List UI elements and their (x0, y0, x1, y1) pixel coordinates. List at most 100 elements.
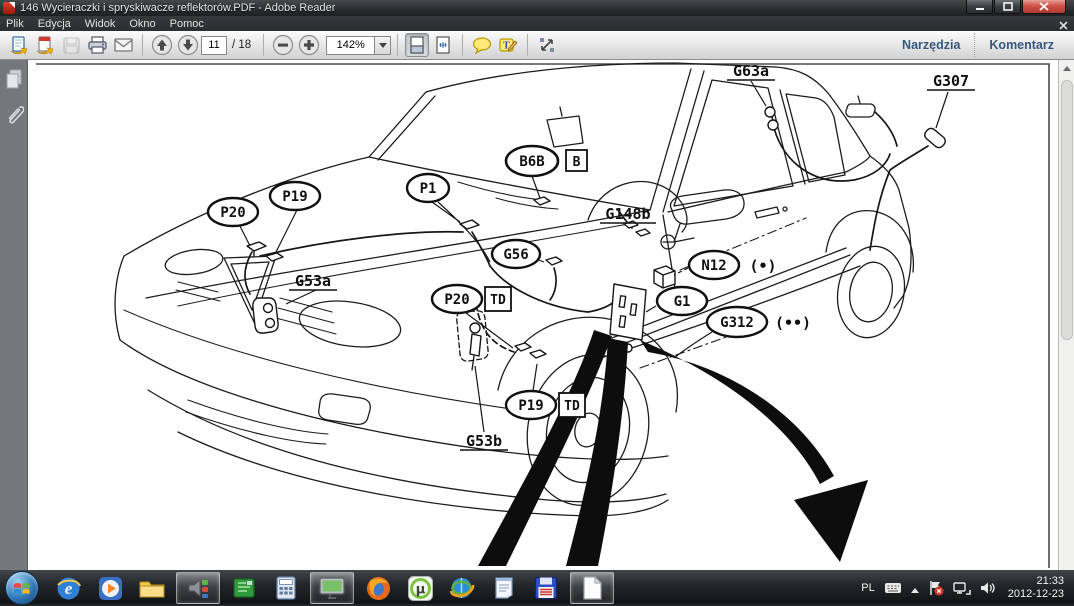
svg-text:G1: G1 (674, 294, 691, 310)
taskbar-internet-explorer[interactable]: e (50, 572, 86, 604)
svg-text:G307: G307 (933, 72, 969, 90)
svg-text:B: B (573, 155, 581, 170)
close-button[interactable] (1022, 0, 1066, 14)
label-g307: G307 (927, 72, 975, 90)
label-g53a: G53a (289, 272, 337, 290)
svg-text:G63a: G63a (733, 62, 769, 80)
label-g53b: G53b (460, 432, 508, 450)
save-icon[interactable] (59, 33, 83, 57)
highlight-text-icon[interactable]: T (496, 33, 520, 57)
window-title: 146 Wycieraczki i spryskiwacze reflektor… (20, 2, 335, 14)
volume-icon[interactable] (980, 581, 996, 595)
minimize-button[interactable] (966, 0, 993, 14)
taskbar: e µ (0, 570, 1074, 606)
print-icon[interactable] (85, 33, 109, 57)
taskbar-download-manager[interactable] (444, 572, 480, 604)
utorrent-icon: µ (407, 575, 434, 602)
globe-download-icon (448, 575, 476, 602)
svg-text:G148b: G148b (605, 205, 650, 223)
label-p20-td: P20 TD (432, 285, 511, 313)
taskbar-file-explorer[interactable] (134, 572, 170, 604)
svg-text:G53b: G53b (466, 432, 502, 450)
start-button[interactable] (5, 571, 39, 605)
menu-pomoc[interactable]: Pomoc (170, 18, 204, 30)
next-page-icon[interactable] (176, 33, 200, 57)
taskbar-hardware-tool[interactable] (226, 572, 262, 604)
vertical-scrollbar[interactable] (1058, 60, 1074, 570)
label-b6b: B6B B (506, 146, 587, 176)
taskbar-text-document[interactable] (570, 572, 614, 604)
car-outline (115, 63, 913, 517)
svg-text:G312: G312 (720, 315, 754, 331)
fit-page-icon[interactable] (431, 33, 455, 57)
menu-edycja[interactable]: Edycja (38, 18, 71, 30)
svg-text:(••): (••) (775, 314, 811, 332)
internet-explorer-icon: e (55, 575, 82, 602)
keyboard-layout-icon[interactable] (884, 582, 902, 594)
page-number-input[interactable] (201, 36, 227, 55)
clock[interactable]: 21:33 2012-12-23 (1008, 575, 1064, 601)
svg-text:G53a: G53a (295, 272, 331, 290)
menu-widok[interactable]: Widok (85, 18, 116, 30)
zoom-out-icon[interactable] (271, 33, 295, 57)
title-bar: 146 Wycieraczki i spryskiwacze reflektor… (0, 0, 1074, 16)
sticky-note-icon[interactable] (470, 33, 494, 57)
taskbar-utorrent[interactable]: µ (402, 572, 438, 604)
previous-page-icon[interactable] (150, 33, 174, 57)
speaker-app-icon (185, 575, 211, 601)
navigation-pane (0, 60, 28, 570)
page-thumbnails-icon[interactable] (5, 68, 24, 97)
network-icon[interactable] (953, 581, 971, 596)
svg-text:P1: P1 (420, 181, 437, 197)
adobe-reader-window: 146 Wycieraczki i spryskiwacze reflektor… (0, 0, 1074, 606)
zoom-dropdown-icon[interactable] (374, 36, 391, 55)
maximize-button[interactable] (994, 0, 1021, 14)
calculator-icon (274, 575, 298, 601)
media-player-icon (97, 575, 124, 602)
taskbar-notepad[interactable] (486, 572, 522, 604)
svg-text:TD: TD (490, 293, 506, 308)
windows-flag-icon (13, 580, 31, 596)
scrollbar-thumb[interactable] (1061, 80, 1073, 340)
clock-time: 21:33 (1008, 575, 1064, 588)
fullscreen-icon[interactable] (535, 33, 559, 57)
svg-text:P19: P19 (282, 189, 307, 205)
action-center-flag-icon[interactable] (928, 580, 944, 596)
notepad-icon (492, 575, 516, 601)
comment-panel-button[interactable]: Komentarz (975, 38, 1068, 52)
clock-date: 2012-12-23 (1008, 588, 1064, 601)
taskbar-disk-utility[interactable] (528, 572, 564, 604)
open-icon[interactable] (7, 33, 31, 57)
attachments-icon[interactable] (5, 102, 24, 135)
svg-text:B6B: B6B (519, 154, 544, 170)
taskbar-media-player[interactable] (92, 572, 128, 604)
create-pdf-icon[interactable] (33, 33, 57, 57)
zoom-level-value[interactable]: 142% (326, 36, 374, 55)
system-tray: PL 21:33 2012-12-23 (852, 570, 1074, 606)
zoom-in-icon[interactable] (297, 33, 321, 57)
svg-text:TD: TD (564, 399, 580, 414)
folder-icon (138, 576, 166, 600)
svg-text:N12: N12 (701, 258, 726, 274)
show-hidden-icons[interactable] (911, 584, 919, 593)
svg-text:(•): (•) (749, 257, 776, 275)
firefox-icon (365, 575, 392, 602)
circuit-board-icon (231, 575, 257, 601)
taskbar-calculator[interactable] (268, 572, 304, 604)
email-icon[interactable] (111, 33, 135, 57)
scroll-mode-icon[interactable] (405, 33, 429, 57)
svg-text:P20: P20 (444, 292, 469, 308)
tools-panel-button[interactable]: Narzędzia (888, 38, 974, 52)
toolbar: / 18 142% T Narzędz (0, 31, 1074, 60)
menu-plik[interactable]: Plik (6, 18, 24, 30)
menu-okno[interactable]: Okno (129, 18, 155, 30)
label-p19-td: P19 TD (506, 391, 585, 419)
pdf-page[interactable]: G63a G307 G148b G53a G53b P20 P19 P1 B6B… (28, 60, 1058, 570)
language-indicator[interactable]: PL (861, 582, 874, 594)
taskbar-audio-manager[interactable] (176, 572, 220, 604)
scroll-up-icon[interactable] (1059, 60, 1074, 76)
svg-text:µ: µ (415, 582, 425, 597)
label-p20: P20 (208, 198, 258, 226)
taskbar-system-monitor[interactable] (310, 572, 354, 604)
taskbar-firefox[interactable] (360, 572, 396, 604)
